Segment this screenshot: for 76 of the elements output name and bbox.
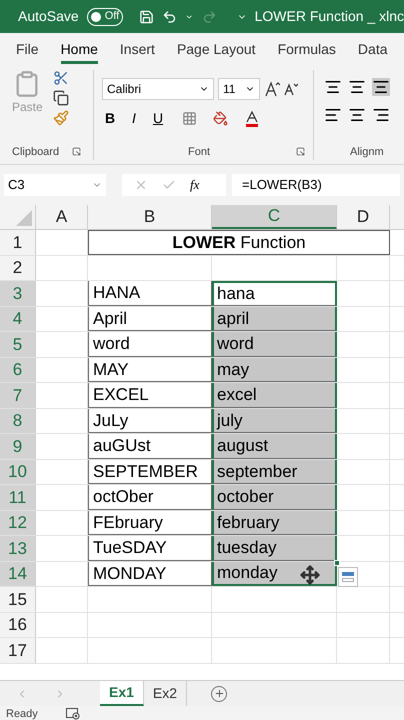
cursor-icon bbox=[300, 565, 320, 585]
insert-function-icon[interactable]: fx bbox=[190, 175, 200, 195]
ribbon-tab[interactable]: Data bbox=[358, 36, 388, 64]
plus-icon bbox=[214, 688, 225, 699]
ribbon-tab[interactable]: File bbox=[16, 36, 39, 64]
row-header[interactable]: 2 bbox=[0, 256, 36, 280]
align-center-icon[interactable] bbox=[348, 106, 366, 124]
row-header[interactable]: 9 bbox=[0, 434, 36, 458]
row-header[interactable]: 16 bbox=[0, 612, 36, 637]
row-header[interactable]: 11 bbox=[0, 485, 36, 510]
ribbon-tab[interactable]: Page Layout bbox=[176, 36, 256, 64]
row-header[interactable]: 7 bbox=[0, 383, 36, 408]
group-label: Alignm bbox=[350, 144, 385, 160]
table-cell[interactable]: september bbox=[212, 460, 337, 484]
format-button[interactable]: I bbox=[126, 108, 142, 129]
row-header[interactable]: 12 bbox=[0, 510, 36, 535]
window-title: LOWER Function _ xlnc bbox=[254, 7, 404, 26]
row-header[interactable]: 1 bbox=[0, 230, 36, 254]
dialog-launcher-icon[interactable] bbox=[72, 147, 81, 156]
table-cell[interactable]: hana bbox=[212, 281, 337, 306]
row-header[interactable]: 10 bbox=[0, 460, 36, 484]
status-text: Ready bbox=[6, 707, 38, 720]
font-name-field[interactable]: Calibri bbox=[102, 78, 214, 100]
row-header[interactable]: 4 bbox=[0, 306, 36, 331]
cut-icon[interactable] bbox=[52, 70, 69, 86]
table-cell[interactable]: may bbox=[212, 358, 337, 382]
row-header[interactable]: 6 bbox=[0, 358, 36, 382]
copy-icon[interactable] bbox=[52, 90, 69, 106]
font-color-icon[interactable] bbox=[244, 110, 260, 126]
format-button[interactable]: U bbox=[150, 108, 166, 129]
column-header[interactable]: A bbox=[36, 205, 88, 229]
row-header[interactable]: 13 bbox=[0, 536, 36, 560]
row-header[interactable]: 14 bbox=[0, 562, 36, 586]
table-cell[interactable]: february bbox=[212, 510, 337, 535]
column-header[interactable]: C bbox=[212, 205, 337, 229]
ribbon-tab[interactable]: Insert bbox=[120, 36, 155, 64]
dialog-launcher-icon[interactable] bbox=[296, 147, 305, 156]
column-header[interactable]: D bbox=[337, 205, 390, 229]
group-label: Font bbox=[188, 144, 210, 160]
row-header[interactable]: 17 bbox=[0, 638, 36, 662]
row-header[interactable]: 5 bbox=[0, 332, 36, 356]
table-cell[interactable]: monday bbox=[212, 562, 337, 586]
shrink-font-icon[interactable] bbox=[284, 82, 298, 96]
format-button[interactable]: B bbox=[102, 108, 118, 129]
align-middle-icon[interactable] bbox=[348, 78, 366, 96]
add-sheet-button[interactable] bbox=[211, 686, 228, 702]
table-cell[interactable]: april bbox=[212, 306, 337, 331]
row-header[interactable]: 3 bbox=[0, 281, 36, 306]
borders-icon[interactable] bbox=[182, 111, 197, 126]
table-cell[interactable]: july bbox=[212, 408, 337, 433]
font-size-field[interactable]: 11 bbox=[218, 78, 260, 100]
align-bottom-icon[interactable] bbox=[372, 78, 390, 96]
align-right-icon[interactable] bbox=[372, 106, 390, 124]
save-icon[interactable] bbox=[139, 8, 154, 26]
align-top-icon[interactable] bbox=[324, 78, 342, 96]
macro-recorder-icon[interactable] bbox=[66, 708, 80, 720]
formula-field[interactable]: =LOWER(B3) bbox=[232, 174, 400, 196]
table-cell[interactable]: word bbox=[212, 332, 337, 356]
grow-font-icon[interactable] bbox=[264, 81, 280, 97]
quick-analysis-icon[interactable] bbox=[338, 567, 358, 587]
table-cell[interactable]: october bbox=[212, 485, 337, 510]
table-cell[interactable]: excel bbox=[212, 383, 337, 408]
group-label: Clipboard bbox=[12, 144, 60, 160]
name-box[interactable]: C3 bbox=[4, 174, 106, 196]
table-cell[interactable]: august bbox=[212, 434, 337, 458]
title-text: LOWER Function bbox=[172, 232, 306, 254]
row-header[interactable]: 15 bbox=[0, 587, 36, 612]
row-header[interactable]: 8 bbox=[0, 408, 36, 433]
align-left-icon[interactable] bbox=[324, 106, 342, 124]
ribbon-tab[interactable]: Formulas bbox=[278, 36, 336, 64]
sheet-tab[interactable]: Ex1 bbox=[100, 681, 144, 706]
table-cell[interactable]: tuesday bbox=[212, 536, 337, 560]
fill-color-icon[interactable] bbox=[213, 111, 228, 126]
autosave-label: AutoSave bbox=[18, 7, 79, 26]
fill-handle[interactable] bbox=[334, 560, 340, 566]
autosave-toggle[interactable]: Off bbox=[86, 8, 124, 26]
